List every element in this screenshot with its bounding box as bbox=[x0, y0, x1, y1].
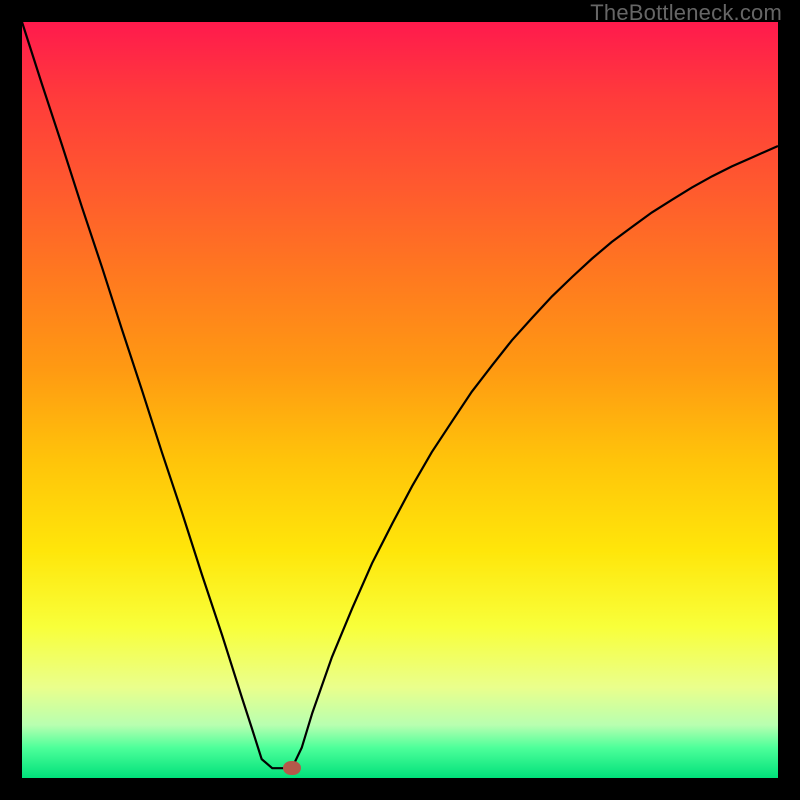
chart-frame bbox=[0, 0, 800, 800]
watermark-text: TheBottleneck.com bbox=[590, 0, 782, 26]
